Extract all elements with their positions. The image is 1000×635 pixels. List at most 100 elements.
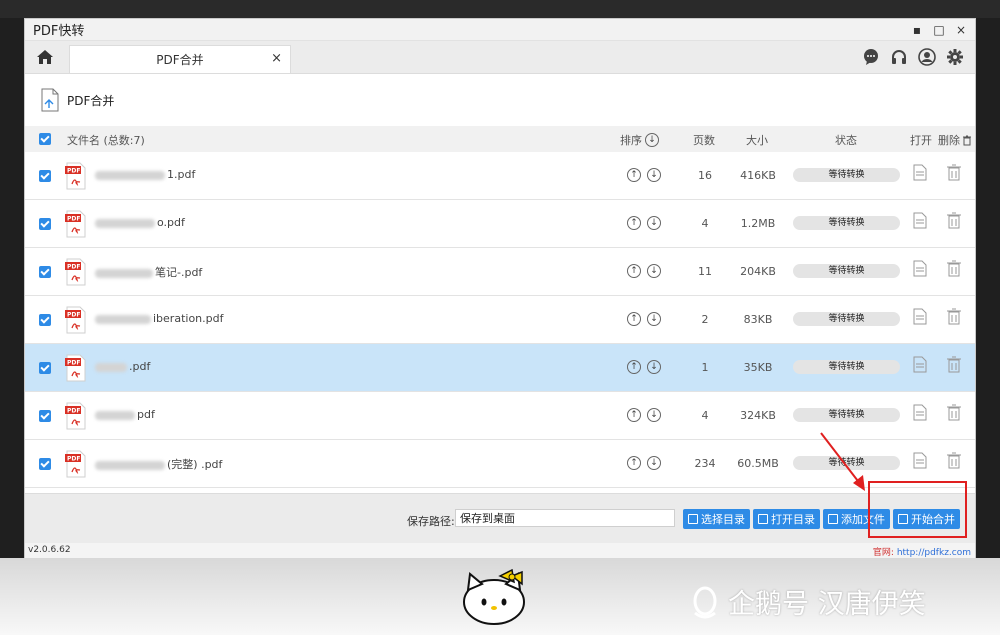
move-down-icon[interactable]: ↓ — [647, 360, 661, 374]
file-name: pdf — [95, 408, 155, 421]
tab-close-icon[interactable]: × — [271, 51, 282, 66]
row-sort-controls: ↑ ↓ — [627, 216, 661, 230]
move-down-icon[interactable]: ↓ — [647, 408, 661, 422]
row-checkbox[interactable] — [39, 458, 51, 470]
svg-text:PDF: PDF — [67, 264, 80, 271]
row-checkbox[interactable] — [39, 218, 51, 230]
row-checkbox[interactable] — [39, 314, 51, 326]
select-all-checkbox[interactable] — [39, 133, 51, 145]
delete-icon[interactable] — [947, 212, 961, 229]
move-up-icon[interactable]: ↑ — [627, 408, 641, 422]
file-row[interactable]: PDF 笔记-.pdf ↑ ↓ 11 204KB 等待转换 — [25, 248, 975, 296]
list-header: 文件名 (总数:7) 排序 ↓ 页数 大小 状态 打开 删除 — [25, 126, 975, 152]
row-checkbox[interactable] — [39, 170, 51, 182]
open-file-icon[interactable] — [913, 308, 927, 325]
row-sort-controls: ↑ ↓ — [627, 408, 661, 422]
file-name: iberation.pdf — [95, 312, 223, 325]
move-up-icon[interactable]: ↑ — [627, 360, 641, 374]
user-icon[interactable] — [917, 47, 937, 67]
select-dir-label: 选择目录 — [701, 513, 745, 526]
file-size: 83KB — [743, 313, 773, 326]
maximize-button[interactable]: □ — [933, 23, 945, 37]
headset-icon[interactable] — [889, 47, 909, 67]
move-down-icon[interactable]: ↓ — [647, 168, 661, 182]
status-badge: 等待转换 — [793, 264, 900, 278]
home-button[interactable] — [25, 40, 65, 73]
file-name: 1.pdf — [95, 168, 195, 181]
version-label: v2.0.6.62 — [28, 545, 71, 555]
pdf-file-icon: PDF — [65, 210, 86, 238]
move-up-icon[interactable]: ↑ — [627, 168, 641, 182]
gear-icon[interactable] — [945, 47, 965, 67]
delete-icon[interactable] — [947, 260, 961, 277]
move-down-icon[interactable]: ↓ — [647, 216, 661, 230]
blurred-name — [95, 268, 153, 278]
minimize-button[interactable]: ▪ — [911, 23, 923, 37]
open-file-icon[interactable] — [913, 212, 927, 229]
blurred-name — [95, 218, 155, 228]
app-title: PDF快转 — [33, 24, 85, 39]
move-up-icon[interactable]: ↑ — [627, 312, 641, 326]
delete-icon[interactable] — [947, 308, 961, 325]
page-count: 4 — [701, 217, 709, 230]
chat-icon[interactable] — [861, 47, 881, 67]
move-down-icon[interactable]: ↓ — [647, 456, 661, 470]
file-row[interactable]: PDF 1.pdf ↑ ↓ 16 416KB 等待转换 — [25, 152, 975, 200]
move-up-icon[interactable]: ↑ — [627, 264, 641, 278]
save-path-label: 保存路径: — [407, 515, 455, 528]
open-file-icon[interactable] — [913, 356, 927, 373]
row-checkbox[interactable] — [39, 266, 51, 278]
pdf-file-icon: PDF — [65, 450, 86, 478]
section-header: PDF合并 — [25, 74, 975, 126]
delete-icon[interactable] — [947, 164, 961, 181]
close-button[interactable]: × — [955, 23, 967, 37]
file-row[interactable]: PDF iberation.pdf ↑ ↓ 2 83KB 等待转换 — [25, 296, 975, 344]
app-window: PDF快转 ▪ □ × PDF合并 × PDF合并 文件名 (总数:7) 排序 … — [24, 18, 976, 558]
move-down-icon[interactable]: ↓ — [647, 264, 661, 278]
open-dir-button[interactable]: 打开目录 — [753, 509, 820, 529]
site-label: 官网: — [872, 548, 894, 558]
row-sort-controls: ↑ ↓ — [627, 456, 661, 470]
delete-icon[interactable] — [947, 356, 961, 373]
pdf-file-icon: PDF — [65, 402, 86, 430]
file-size: 324KB — [740, 409, 776, 422]
row-checkbox[interactable] — [39, 410, 51, 422]
file-size: 1.2MB — [740, 217, 776, 230]
titlebar: PDF快转 ▪ □ × — [25, 19, 975, 41]
header-delete-label: 删除 — [938, 134, 960, 147]
tab-pdf-merge[interactable]: PDF合并 × — [69, 45, 291, 73]
file-row[interactable]: PDF .pdf ↑ ↓ 1 35KB 等待转换 — [25, 344, 975, 392]
delete-icon[interactable] — [947, 452, 961, 469]
header-sort[interactable]: 排序 ↓ — [620, 132, 659, 148]
page-count: 4 — [701, 409, 709, 422]
header-delete[interactable]: 删除 — [938, 132, 972, 148]
section-title: PDF合并 — [67, 93, 115, 108]
select-dir-button[interactable]: 选择目录 — [683, 509, 750, 529]
delete-icon[interactable] — [947, 404, 961, 421]
window-controls: ▪ □ × — [911, 23, 967, 37]
save-path-input[interactable] — [455, 509, 675, 527]
file-size: 35KB — [743, 361, 773, 374]
move-up-icon[interactable]: ↑ — [627, 456, 641, 470]
move-up-icon[interactable]: ↑ — [627, 216, 641, 230]
file-name: (完整) .pdf — [95, 456, 222, 472]
open-file-icon[interactable] — [913, 452, 927, 469]
blurred-name — [95, 460, 165, 470]
row-checkbox[interactable] — [39, 362, 51, 374]
blurred-name — [95, 314, 151, 324]
watermark-text: 企鹅号 汉唐伊笑 — [728, 589, 926, 620]
save-icon — [688, 514, 698, 524]
tab-bar: PDF合并 × — [25, 41, 975, 74]
row-sort-controls: ↑ ↓ — [627, 312, 661, 326]
open-file-icon[interactable] — [913, 260, 927, 277]
file-name-text: iberation.pdf — [153, 312, 224, 325]
monitor-bezel — [0, 0, 1000, 18]
blurred-name — [95, 362, 127, 372]
website-link[interactable]: 官网: http://pdfkz.com — [873, 545, 971, 558]
status-badge: 等待转换 — [793, 312, 900, 326]
open-file-icon[interactable] — [913, 164, 927, 181]
move-down-icon[interactable]: ↓ — [647, 312, 661, 326]
file-name: 笔记-.pdf — [95, 264, 202, 280]
open-file-icon[interactable] — [913, 404, 927, 421]
file-row[interactable]: PDF o.pdf ↑ ↓ 4 1.2MB 等待转换 — [25, 200, 975, 248]
